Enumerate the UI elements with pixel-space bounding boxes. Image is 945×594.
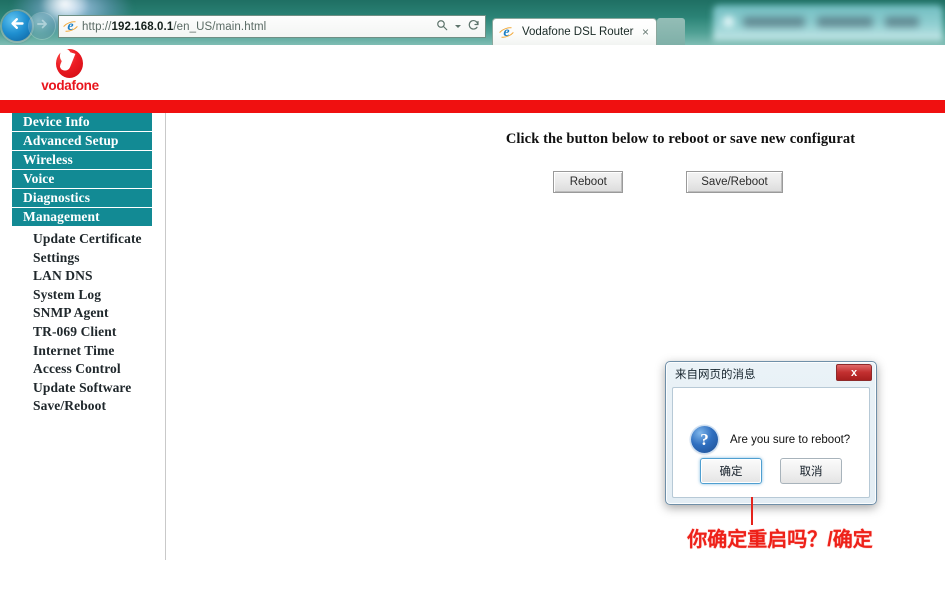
sidebar-submenu-management: Update Certificate Settings LAN DNS Syst… <box>0 230 164 416</box>
sidebar-item-label: Access Control <box>33 361 121 377</box>
reboot-button[interactable]: Reboot <box>553 171 624 193</box>
sidebar-item-label: Update Software <box>33 379 132 395</box>
sidebar-item-label: Wireless <box>23 152 73 167</box>
arrow-left-icon <box>9 15 26 37</box>
forward-button <box>29 13 55 39</box>
search-icon[interactable] <box>436 18 448 36</box>
vodafone-speechmark-icon <box>56 49 83 78</box>
dialog-body: ? Are you sure to reboot? 确定 取消 <box>672 387 870 498</box>
dialog-cancel-button[interactable]: 取消 <box>780 458 842 484</box>
sidebar-item-update-software[interactable]: Update Software <box>0 379 164 398</box>
sidebar-item-diagnostics[interactable]: Diagnostics <box>12 189 152 207</box>
sidebar-item-device-info[interactable]: Device Info <box>12 113 152 131</box>
sidebar-item-wireless[interactable]: Wireless <box>12 151 152 169</box>
sidebar-item-label: Voice <box>23 171 55 186</box>
url-path: /en_US/main.html <box>173 20 267 33</box>
sidebar-item-label: Management <box>23 209 100 224</box>
dialog-button-row: 确定 取消 <box>673 458 869 484</box>
sidebar-nav: Device Info Advanced Setup Wireless Voic… <box>0 113 164 416</box>
sidebar-item-update-certificate[interactable]: Update Certificate <box>0 230 164 249</box>
internet-explorer-icon: e <box>60 19 81 34</box>
sidebar-item-label: Internet Time <box>33 342 115 358</box>
sidebar-item-settings[interactable]: Settings <box>0 249 164 268</box>
question-mark-icon: ? <box>691 426 718 453</box>
sidebar-item-label: Diagnostics <box>23 190 91 205</box>
browser-tab-vodafone-dsl-router[interactable]: e Vodafone DSL Router × <box>492 18 657 45</box>
dialog-ok-button[interactable]: 确定 <box>700 458 762 484</box>
address-bar[interactable]: e http://192.168.0.1/en_US/main.html <box>58 15 486 38</box>
sidebar-item-label: Save/Reboot <box>33 398 107 414</box>
url-scheme: http:// <box>82 20 112 33</box>
sidebar-item-label: TR-069 Client <box>33 323 117 339</box>
chevron-down-icon[interactable] <box>455 25 461 28</box>
brand-red-band <box>0 100 945 113</box>
sidebar-item-tr-069-client[interactable]: TR-069 Client <box>0 323 164 342</box>
tab-title: Vodafone DSL Router <box>522 26 634 38</box>
screenshot-root: e http://192.168.0.1/en_US/main.html e V… <box>0 0 945 594</box>
page-header: vodafone <box>0 45 945 100</box>
sidebar-item-label: Advanced Setup <box>23 133 119 148</box>
url-host: 192.168.0.1 <box>111 20 174 33</box>
new-tab-button[interactable] <box>657 18 685 45</box>
dialog-message: Are you sure to reboot? <box>730 433 851 446</box>
sidebar-item-snmp-agent[interactable]: SNMP Agent <box>0 304 164 323</box>
annotation-pointer-line <box>751 497 753 525</box>
action-button-row: Reboot Save/Reboot <box>166 171 945 193</box>
dialog-message-row: ? Are you sure to reboot? <box>691 426 850 453</box>
vodafone-logo: vodafone <box>38 49 102 97</box>
sidebar-item-label: Update Certificate <box>33 231 142 246</box>
page-body: Device Info Advanced Setup Wireless Voic… <box>0 113 945 594</box>
back-button[interactable] <box>2 11 32 41</box>
sidebar-item-advanced-setup[interactable]: Advanced Setup <box>12 132 152 150</box>
confirm-reboot-dialog: 来自网页的消息 x ? Are you sure to reboot? 确定 取… <box>665 361 877 505</box>
browser-chrome: e http://192.168.0.1/en_US/main.html e V… <box>0 0 945 45</box>
annotation-text: 你确定重启吗？/确定 <box>687 529 873 551</box>
sidebar-item-access-control[interactable]: Access Control <box>0 360 164 379</box>
close-icon[interactable]: x <box>836 364 872 381</box>
sidebar-item-label: Settings <box>33 249 80 265</box>
obscured-browser-tab <box>713 5 943 41</box>
sidebar-item-label: SNMP Agent <box>33 305 109 321</box>
sidebar-item-voice[interactable]: Voice <box>12 170 152 188</box>
sidebar-item-system-log[interactable]: System Log <box>0 286 164 305</box>
tab-favicon-internet-explorer-icon: e <box>496 25 517 40</box>
sidebar-item-label: System Log <box>33 286 102 302</box>
page-title: Click the button below to reboot or save… <box>505 131 856 147</box>
sidebar-item-label: Device Info <box>23 114 90 129</box>
tab-close-icon[interactable]: × <box>642 26 649 38</box>
save-reboot-button[interactable]: Save/Reboot <box>686 171 783 193</box>
sidebar-item-save-reboot[interactable]: Save/Reboot <box>0 397 164 416</box>
refresh-icon[interactable] <box>468 18 480 36</box>
sidebar-item-management[interactable]: Management <box>12 208 152 226</box>
sidebar-item-internet-time[interactable]: Internet Time <box>0 342 164 361</box>
vodafone-wordmark: vodafone <box>41 78 99 93</box>
sidebar-item-lan-dns[interactable]: LAN DNS <box>0 267 164 286</box>
sidebar-item-label: LAN DNS <box>33 268 93 284</box>
address-bar-actions <box>436 16 480 37</box>
address-bar-url: http://192.168.0.1/en_US/main.html <box>82 21 266 33</box>
arrow-right-icon <box>35 17 49 36</box>
